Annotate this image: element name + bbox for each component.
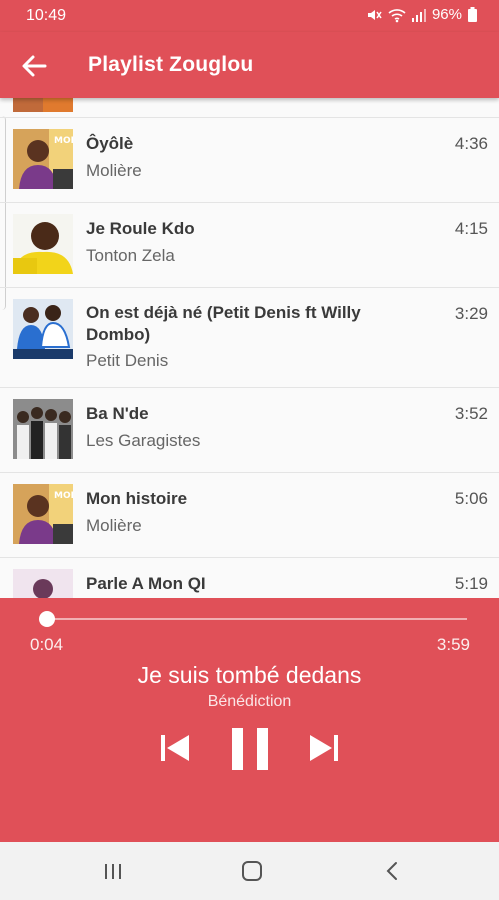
recent-apps-button[interactable] (98, 856, 128, 886)
song-artist: Les Garagistes (86, 431, 201, 450)
app-bar: Playlist Zouglou (0, 32, 499, 98)
song-artist: Tonton Zela (86, 246, 175, 265)
status-icons: 96% (366, 6, 477, 23)
song-artist: Molière (86, 161, 142, 180)
song-title: Mon histoire (86, 489, 188, 508)
album-art (13, 98, 73, 112)
wifi-icon (388, 7, 406, 23)
list-item[interactable]: Ba N'de Les Garagistes 3:52 (0, 388, 499, 473)
song-artist: Molière (86, 516, 142, 535)
mute-icon (366, 7, 382, 23)
current-time: 0:04 (30, 635, 64, 654)
next-button[interactable] (307, 732, 341, 769)
seek-thumb[interactable] (39, 611, 56, 627)
home-icon (242, 861, 262, 881)
pause-icon (232, 728, 268, 770)
back-button[interactable] (18, 50, 50, 82)
pause-button[interactable] (229, 726, 271, 777)
song-title: Ôyôlè (86, 134, 134, 153)
album-art: MOL (13, 129, 73, 189)
skip-previous-icon (161, 735, 189, 761)
svg-text:MOL: MOL (54, 491, 73, 501)
song-duration: 3:29 (454, 304, 488, 323)
back-icon (386, 862, 397, 880)
list-item[interactable] (0, 98, 499, 118)
signal-icon (411, 8, 426, 22)
song-artist: Petit Denis (86, 351, 169, 370)
skip-next-icon (310, 735, 338, 761)
song-duration: 5:19 (454, 574, 488, 593)
previous-button[interactable] (158, 732, 192, 769)
status-bar: 10:49 96% (0, 0, 499, 32)
song-list[interactable]: MOL Ôyôlè Molière 4:36 Je Roule Kdo Tont… (0, 98, 499, 598)
list-item[interactable]: Parle A Mon QI 5:19 (0, 558, 499, 598)
back-nav-button[interactable] (378, 856, 408, 886)
song-duration: 5:06 (454, 489, 488, 508)
arrow-left-icon (22, 55, 47, 77)
list-item[interactable]: On est déjà né (Petit Denis ft Willy Dom… (0, 288, 499, 388)
svg-text:MOL: MOL (54, 136, 73, 146)
song-title: Je Roule Kdo (86, 219, 195, 238)
album-art (13, 399, 73, 459)
list-item[interactable]: Je Roule Kdo Tonton Zela 4:15 (0, 203, 499, 288)
list-item[interactable]: MOL Ôyôlè Molière 4:36 (0, 118, 499, 203)
song-duration: 4:36 (454, 134, 488, 153)
album-art: MOL (13, 484, 73, 544)
page-title: Playlist Zouglou (88, 53, 254, 76)
song-title: Parle A Mon QI (86, 574, 206, 593)
list-item[interactable]: MOL Mon histoire Molière 5:06 (0, 473, 499, 558)
song-duration: 4:15 (454, 219, 488, 238)
total-time: 3:59 (436, 635, 470, 654)
album-art (13, 214, 73, 274)
album-art (13, 569, 73, 598)
status-time: 10:49 (26, 7, 67, 24)
recent-apps-icon (105, 864, 121, 879)
album-art (13, 299, 73, 359)
song-title: On est déjà né (Petit Denis ft Willy Dom… (86, 303, 361, 344)
seek-bar[interactable] (39, 611, 467, 627)
home-button[interactable] (237, 856, 267, 886)
song-title: Ba N'de (86, 404, 149, 423)
system-nav-bar (0, 842, 499, 900)
song-duration: 3:52 (454, 404, 488, 423)
now-playing-artist: Bénédiction (207, 693, 292, 710)
battery-icon (468, 7, 477, 22)
now-playing-panel: 0:04 3:59 Je suis tombé dedans Bénédicti… (0, 598, 499, 842)
now-playing-title: Je suis tombé dedans (137, 662, 362, 688)
battery-level: 96% (431, 6, 462, 23)
